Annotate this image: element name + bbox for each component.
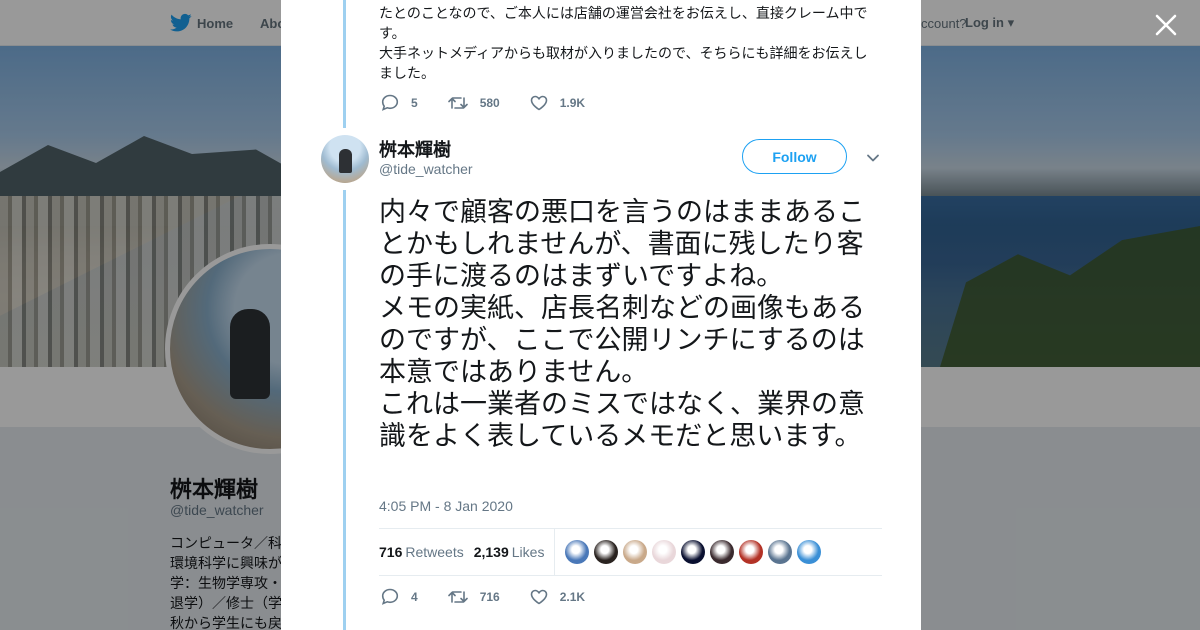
- chevron-down-icon[interactable]: [865, 151, 881, 165]
- retweet-button[interactable]: 580: [447, 95, 500, 111]
- retweets-stat-label: Retweets: [405, 544, 464, 560]
- tweet-stats: 716 Retweets 2,139 Likes: [379, 528, 882, 576]
- tweet-author-handle[interactable]: @tide_watcher: [379, 161, 473, 177]
- heart-icon: [530, 95, 548, 110]
- retweets-stat[interactable]: 716 Retweets: [379, 544, 464, 560]
- follow-button[interactable]: Follow: [742, 139, 847, 174]
- thread-line: [343, 190, 346, 630]
- previous-tweet-actions: 5 580 1.9K: [381, 94, 615, 111]
- reply-count: 4: [411, 589, 418, 604]
- tweet-actions: 4 716 2.1K: [381, 588, 615, 605]
- retweet-count: 580: [479, 95, 500, 110]
- liker-avatar[interactable]: [739, 540, 764, 564]
- reply-icon: [381, 588, 399, 605]
- reply-button[interactable]: 4: [381, 588, 418, 605]
- like-button[interactable]: 2.1K: [530, 589, 585, 605]
- likes-stat-label: Likes: [511, 544, 545, 560]
- tweet-text: 内々で顧客の悪口を言うのはままあることかもしれませんが、書面に残したり客の手に渡…: [379, 197, 865, 451]
- previous-tweet-text: たとのことなので、ご本人には店舗の運営会社をお伝えし、直接クレーム中です。 大手…: [379, 5, 868, 81]
- like-button[interactable]: 1.9K: [530, 95, 585, 111]
- close-icon[interactable]: [1153, 12, 1179, 38]
- liker-avatars: [565, 540, 826, 564]
- thread-line: [343, 0, 346, 128]
- retweet-count: 716: [479, 589, 500, 604]
- liker-avatar[interactable]: [652, 540, 677, 564]
- likes-stat-count: 2,139: [473, 544, 509, 560]
- like-count: 2.1K: [559, 589, 586, 604]
- reply-count: 5: [411, 95, 418, 110]
- liker-avatar[interactable]: [710, 540, 735, 564]
- likes-stat[interactable]: 2,139 Likes: [474, 544, 545, 560]
- retweet-icon: [447, 590, 468, 603]
- tweet-timestamp[interactable]: 4:05 PM - 8 Jan 2020: [379, 498, 513, 514]
- reply-button[interactable]: 5: [381, 94, 418, 111]
- liker-avatar[interactable]: [623, 540, 648, 564]
- heart-icon: [530, 589, 548, 604]
- liker-avatar[interactable]: [797, 540, 822, 564]
- liker-avatar[interactable]: [594, 540, 619, 564]
- liker-avatar[interactable]: [565, 540, 590, 564]
- retweet-button[interactable]: 716: [447, 589, 500, 605]
- reply-icon: [381, 94, 399, 111]
- liker-avatar[interactable]: [681, 540, 706, 564]
- tweet-author-name[interactable]: 桝本輝樹: [379, 136, 451, 162]
- retweet-icon: [447, 96, 468, 109]
- liker-avatar[interactable]: [768, 540, 793, 564]
- tweet-permalink-modal: たとのことなので、ご本人には店舗の運営会社をお伝えし、直接クレーム中です。 大手…: [281, 0, 921, 630]
- retweets-stat-count: 716: [379, 544, 403, 560]
- like-count: 1.9K: [559, 95, 586, 110]
- tweet-author-avatar[interactable]: [321, 135, 369, 183]
